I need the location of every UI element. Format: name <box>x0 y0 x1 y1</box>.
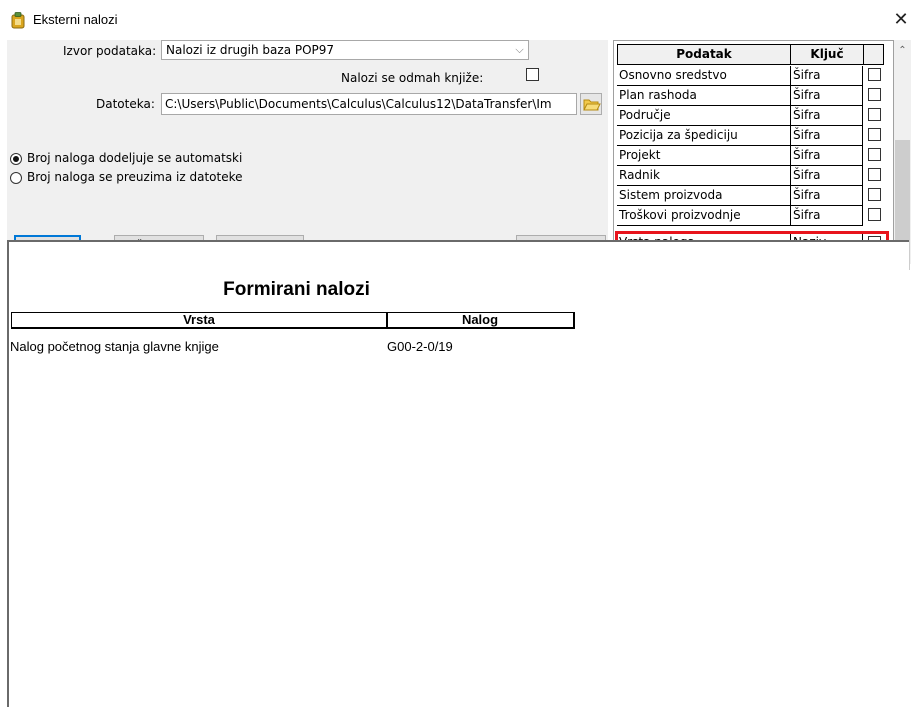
results-cell-type: Nalog početnog stanja glavne knjige <box>10 339 219 354</box>
browse-button[interactable] <box>580 93 602 115</box>
grid-row-checkbox[interactable] <box>868 88 881 101</box>
radio-number-from-file[interactable] <box>10 172 22 184</box>
title-bar: Eksterni nalozi ✕ <box>0 0 915 40</box>
chevron-down-icon[interactable]: ⌵ <box>510 41 528 59</box>
grid-cell-key[interactable]: Šifra <box>790 106 863 126</box>
post-immediately-checkbox[interactable] <box>526 68 539 81</box>
source-label: Izvor podataka: <box>63 44 157 58</box>
grid-row-checkbox[interactable] <box>868 168 881 181</box>
grid-cell-key[interactable]: Šifra <box>790 206 863 226</box>
radio-auto-number[interactable] <box>10 153 22 165</box>
post-immediately-label: Nalozi se odmah knjiže: <box>341 71 484 85</box>
grid-row-checkbox[interactable] <box>868 128 881 141</box>
grid-cell-field: Troškovi proizvodnje <box>617 206 790 226</box>
file-label: Datoteka: <box>96 97 155 111</box>
grid-cell-key[interactable]: Šifra <box>790 66 863 86</box>
file-path-value: C:\Users\Public\Documents\Calculus\Calcu… <box>165 97 552 111</box>
grid-scrollbar[interactable]: ⌃ ⌄ <box>894 40 911 270</box>
grid-cell-field: Projekt <box>617 146 790 166</box>
radio-number-from-file-label: Broj naloga se preuzima iz datoteke <box>27 170 243 184</box>
grid-row-checkbox[interactable] <box>868 208 881 221</box>
source-dropdown[interactable]: Nalozi iz drugih baza POP97 ⌵ <box>161 40 529 60</box>
app-icon <box>11 12 25 29</box>
grid-cell-key[interactable]: Šifra <box>790 86 863 106</box>
grid-cell-key[interactable]: Šifra <box>790 186 863 206</box>
grid-cell-field: Područje <box>617 106 790 126</box>
results-header-type: Vrsta <box>11 312 388 329</box>
close-button[interactable]: ✕ <box>890 8 912 30</box>
grid-cell-key[interactable]: Šifra <box>790 146 863 166</box>
source-dropdown-value: Nalozi iz drugih baza POP97 <box>166 43 335 57</box>
results-header-order: Nalog <box>386 312 575 329</box>
grid-row-checkbox[interactable] <box>868 148 881 161</box>
grid-cell-field: Sistem proizvoda <box>617 186 790 206</box>
grid-cell-key[interactable]: Šifra <box>790 166 863 186</box>
grid-row-checkbox[interactable] <box>868 68 881 81</box>
grid-cell-field: Pozicija za špediciju <box>617 126 790 146</box>
file-path-field[interactable]: C:\Users\Public\Documents\Calculus\Calcu… <box>161 93 577 115</box>
grid-cell-key[interactable]: Šifra <box>790 126 863 146</box>
grid-cell-field: Osnovno sredstvo <box>617 66 790 86</box>
results-title: Formirani nalozi <box>223 279 370 300</box>
scroll-up-icon[interactable]: ⌃ <box>894 42 911 59</box>
grid-cell-field: Plan rashoda <box>617 86 790 106</box>
results-cell-order: G00-2-0/19 <box>387 339 453 354</box>
grid-cell-field: Radnik <box>617 166 790 186</box>
grid-row-checkbox[interactable] <box>868 108 881 121</box>
grid-header-check <box>863 44 884 65</box>
radio-auto-number-label: Broj naloga dodeljuje se automatski <box>27 151 243 165</box>
grid-header-field[interactable]: Podatak <box>617 44 791 65</box>
window-title: Eksterni nalozi <box>33 12 118 27</box>
folder-icon <box>583 99 601 111</box>
grid-row-checkbox[interactable] <box>868 188 881 201</box>
grid-header-key[interactable]: Ključ <box>790 44 864 65</box>
results-panel: Formirani nalozi Vrsta Nalog Nalog počet… <box>7 240 909 707</box>
